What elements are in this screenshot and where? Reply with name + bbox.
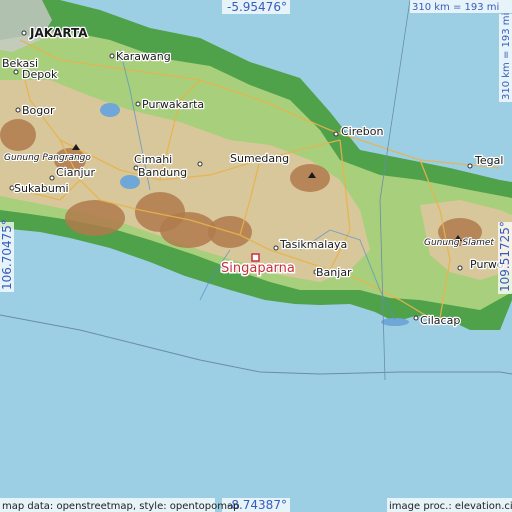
reservoir: [100, 103, 120, 117]
peak-label-pangrango: Gunung Pangrango: [4, 153, 91, 163]
city-label-purwakarta: Purwakarta: [142, 98, 204, 111]
city-label-cimahi: Cimahi: [134, 153, 172, 166]
credit-left: map data: openstreetmap, style: opentopo…: [2, 501, 239, 512]
reservoir: [120, 175, 140, 189]
coord-east: 109.51725°: [498, 221, 512, 292]
city-label-bogor: Bogor: [22, 104, 55, 117]
city-label-cirebon: Cirebon: [341, 125, 383, 138]
city-label-bandung: Bandung: [138, 166, 187, 179]
credit-right: image proc.: elevation.city: [389, 501, 512, 512]
city-label-tasikmalaya: Tasikmalaya: [279, 238, 347, 251]
city-label-cianjur: Cianjur: [56, 166, 95, 179]
city-label-karawang: Karawang: [116, 50, 171, 63]
city-label-jakarta: JAKARTA: [29, 26, 88, 40]
topographic-map: JAKARTA Bekasi Depok Karawang Bogor Purw…: [0, 0, 512, 512]
city-label-sukabumi: Sukabumi: [14, 182, 69, 195]
coord-west: 106.70475°: [0, 219, 14, 290]
city-label-banjar: Banjar: [316, 266, 352, 279]
scale-top: 310 km = 193 mi: [412, 2, 499, 13]
city-label-tegal: Tegal: [474, 154, 503, 167]
city-label-sumedang: Sumedang: [230, 152, 289, 165]
city-label-depok: Depok: [22, 68, 58, 81]
target-city-label: Singaparna: [221, 261, 295, 276]
city-label-cilacap: Cilacap: [420, 314, 460, 327]
peak-label-slamet: Gunung Slamet: [424, 238, 494, 248]
scale-right: 310 km = 193 mi: [501, 13, 512, 100]
target-location-marker[interactable]: [251, 253, 260, 262]
coord-north: -5.95476°: [227, 0, 287, 14]
